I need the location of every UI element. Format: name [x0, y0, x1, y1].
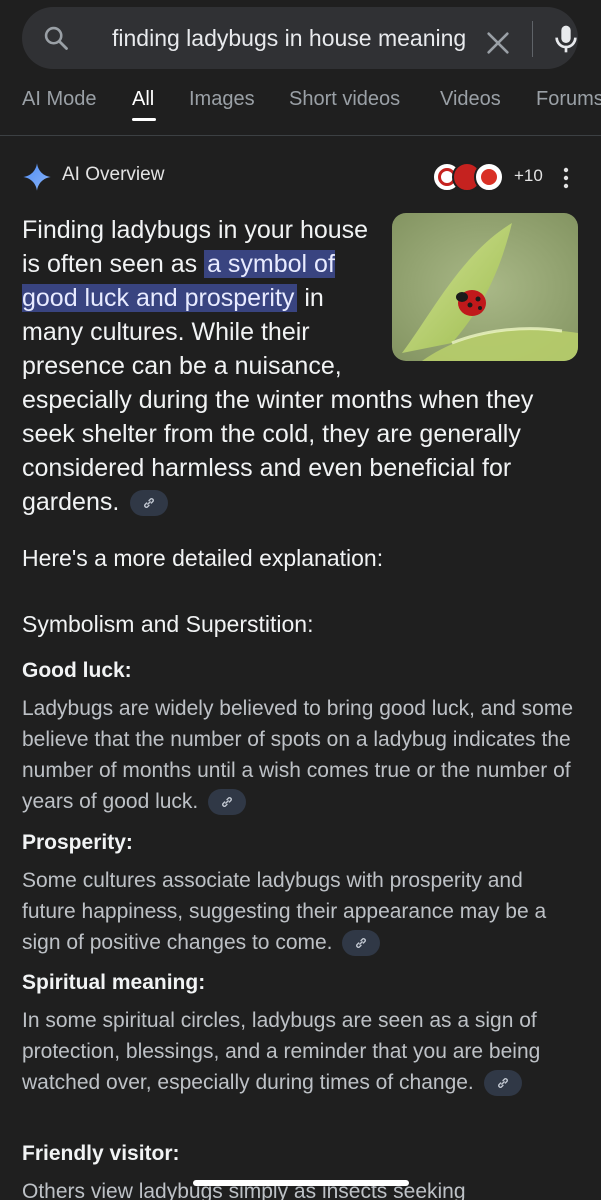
- link-icon: [356, 938, 367, 949]
- source-avatars[interactable]: +10: [432, 160, 543, 194]
- paragraph-lines: Finding ladybugs in your house is often …: [22, 213, 578, 519]
- item-body-text: Ladybugs are widely believed to bring go…: [22, 697, 574, 813]
- item-body-text: In some spiritual circles, ladybugs are …: [22, 1009, 541, 1094]
- more-sources-count[interactable]: +10: [514, 166, 543, 186]
- item-body-spiritual-meaning: In some spiritual circles, ladybugs are …: [22, 1005, 578, 1098]
- sparkle-icon: [23, 163, 51, 191]
- link-icon: [497, 1078, 508, 1089]
- tab-all[interactable]: All: [132, 88, 154, 111]
- source-link-chip[interactable]: [208, 789, 247, 816]
- home-indicator[interactable]: [193, 1180, 409, 1186]
- ai-overview-paragraph: Finding ladybugs in your house is often …: [22, 213, 578, 519]
- image-float-spacer: [388, 213, 578, 363]
- search-input[interactable]: finding ladybugs in house meaning: [112, 7, 472, 69]
- more-options-icon[interactable]: [554, 164, 578, 192]
- link-icon: [144, 498, 155, 509]
- source-link-chip[interactable]: [342, 930, 381, 957]
- item-heading-good-luck: Good luck:: [22, 659, 132, 682]
- item-body-text: Some cultures associate ladybugs with pr…: [22, 869, 547, 954]
- item-body-good-luck: Ladybugs are widely believed to bring go…: [22, 693, 578, 817]
- tab-ai-mode[interactable]: AI Mode: [22, 88, 96, 111]
- link-icon: [222, 797, 233, 808]
- tab-images[interactable]: Images: [189, 88, 255, 111]
- search-tabs: AI Mode All Images Short videos Videos F…: [0, 78, 601, 136]
- ai-overview-header: AI Overview +10: [22, 160, 578, 192]
- section-heading: Symbolism and Superstition:: [22, 611, 314, 637]
- microphone-icon[interactable]: [550, 23, 582, 55]
- close-icon[interactable]: [484, 29, 512, 57]
- source-avatar[interactable]: [474, 162, 504, 192]
- explanation-lead: Here's a more detailed explanation:: [22, 545, 384, 571]
- tab-short-videos[interactable]: Short videos: [289, 88, 400, 111]
- tab-videos[interactable]: Videos: [440, 88, 501, 111]
- item-heading-friendly-visitor: Friendly visitor:: [22, 1142, 180, 1165]
- active-tab-indicator: [132, 118, 156, 121]
- item-heading-prosperity: Prosperity:: [22, 831, 133, 854]
- search-bar[interactable]: finding ladybugs in house meaning: [22, 7, 578, 69]
- item-body-prosperity: Some cultures associate ladybugs with pr…: [22, 865, 578, 958]
- ai-overview-title: AI Overview: [62, 164, 165, 185]
- source-link-chip[interactable]: [483, 1070, 522, 1097]
- tab-forums[interactable]: Forums: [536, 88, 601, 111]
- search-icon[interactable]: [42, 24, 70, 52]
- source-link-chip[interactable]: [130, 490, 169, 517]
- search-divider: [532, 21, 533, 57]
- item-heading-spiritual-meaning: Spiritual meaning:: [22, 971, 206, 994]
